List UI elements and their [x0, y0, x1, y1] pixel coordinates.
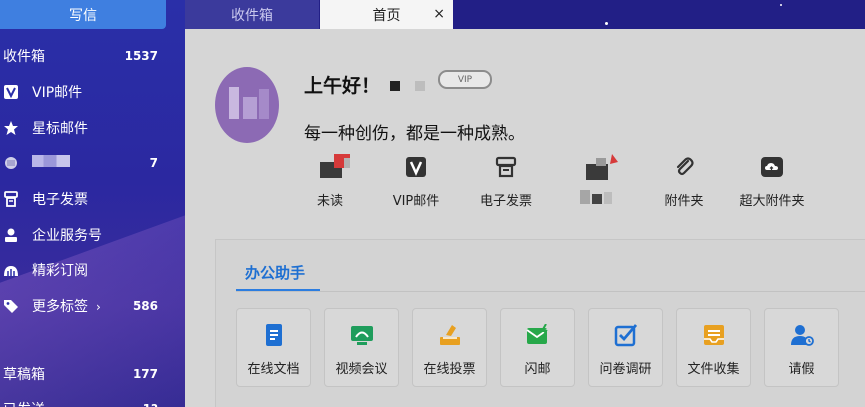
quick-link-label: 超大附件夹 — [739, 194, 805, 209]
survey-icon — [589, 322, 662, 348]
tool-label: 请假 — [788, 362, 815, 377]
quick-link-blurred[interactable] — [551, 154, 641, 210]
divider — [236, 291, 865, 292]
sidebar-item-sent[interactable]: 已发送 1? — [0, 392, 185, 407]
blurred-icon — [551, 154, 641, 180]
quick-link-label: 电子发票 — [479, 194, 532, 209]
vote-icon — [413, 322, 486, 348]
decorative-star — [780, 4, 782, 6]
greeting-text: 上午好！ — [304, 75, 381, 97]
sidebar-item-vip[interactable]: VIP邮件 — [0, 75, 185, 109]
tool-online-doc[interactable]: 在线文档 — [236, 308, 311, 387]
quick-link-large-attachments[interactable]: 超大附件夹 — [727, 154, 817, 209]
tool-flash-mail[interactable]: 闪邮 — [500, 308, 575, 387]
tool-label: 闪邮 — [524, 362, 551, 377]
sidebar-item-label: VIP邮件 — [32, 85, 83, 101]
quick-link-vip[interactable]: VIP邮件 — [371, 154, 461, 209]
doc-icon — [237, 322, 310, 348]
sidebar-item-label: 草稿箱 — [3, 367, 45, 383]
more-tags-text: 更多标签 — [32, 299, 88, 315]
vip-icon — [3, 84, 19, 100]
tool-label: 视频会议 — [335, 362, 388, 377]
avatar[interactable] — [215, 67, 279, 143]
tab-bar: 收件箱 首页 × — [185, 0, 865, 29]
leave-icon — [765, 322, 838, 348]
redacted-label — [32, 155, 70, 167]
office-assistant-title[interactable]: 办公助手 — [245, 262, 305, 283]
sidebar-item-label: 更多标签 › — [32, 296, 133, 316]
sidebar: 写信 收件箱 1537 VIP邮件 星标邮件 7 电子发票 企业服务号 精彩订阅… — [0, 0, 185, 407]
compose-button[interactable]: 写信 — [0, 0, 166, 29]
sidebar-item-folder[interactable]: 7 — [0, 146, 185, 180]
sidebar-item-invoice[interactable]: 电子发票 — [0, 182, 185, 216]
sidebar-item-label: 精彩订阅 — [32, 263, 88, 279]
sidebar-item-label: 电子发票 — [32, 192, 88, 208]
quick-link-label: VIP邮件 — [392, 194, 440, 209]
subscribe-icon — [3, 262, 19, 278]
vip-badge[interactable]: VIP — [438, 70, 492, 89]
sidebar-item-service[interactable]: 企业服务号 — [0, 218, 185, 252]
sidebar-item-label — [32, 155, 150, 171]
tab-home[interactable]: 首页 × — [320, 0, 453, 29]
sidebar-item-label: 已发送 — [3, 399, 143, 407]
tool-leave[interactable]: 请假 — [764, 308, 839, 387]
tag-icon — [3, 298, 19, 314]
paperclip-icon — [639, 154, 729, 180]
quick-link-invoice[interactable]: 电子发票 — [461, 154, 551, 209]
unread-count: 7 — [149, 156, 158, 170]
tab-inbox[interactable]: 收件箱 — [185, 0, 319, 29]
tab-home-label: 首页 — [372, 7, 401, 24]
invoice-icon — [461, 154, 551, 180]
unread-count: 586 — [132, 299, 158, 313]
sidebar-item-label: 收件箱 — [3, 49, 45, 65]
quick-link-label — [551, 190, 641, 210]
cloud-icon — [727, 154, 817, 180]
tool-online-vote[interactable]: 在线投票 — [412, 308, 487, 387]
tool-label: 问卷调研 — [599, 362, 652, 377]
redacted-username — [390, 81, 400, 91]
sidebar-item-inbox[interactable]: 收件箱 1537 — [0, 39, 185, 73]
sidebar-item-subscribe[interactable]: 精彩订阅 — [0, 253, 185, 287]
invoice-icon — [3, 191, 19, 207]
sidebar-item-label: 企业服务号 — [32, 228, 102, 244]
tool-label: 在线投票 — [423, 362, 476, 377]
motto-text: 每一种创伤，都是一种成熟。 — [304, 124, 525, 144]
sidebar-item-more-tags[interactable]: 更多标签 › 586 — [0, 289, 185, 323]
office-assistant-card: 办公助手 在线文档 视频会议 在线投票 闪邮 问卷调研 文件收集 请假 — [215, 239, 865, 407]
vip-icon — [371, 154, 461, 180]
folder-icon — [3, 155, 19, 171]
home-panel: 上午好！ VIP 每一种创伤，都是一种成熟。 未读 VIP邮件 电子发票 附件夹… — [185, 29, 865, 407]
meeting-icon — [325, 322, 398, 348]
tool-label: 文件收集 — [687, 362, 740, 377]
tool-label: 在线文档 — [247, 362, 300, 377]
quick-link-attachments[interactable]: 附件夹 — [639, 154, 729, 209]
sidebar-item-starred[interactable]: 星标邮件 — [0, 111, 185, 145]
file-collect-icon — [677, 322, 750, 348]
redacted-username — [415, 81, 425, 91]
unread-count: 1? — [143, 402, 158, 407]
star-icon — [3, 120, 19, 136]
sidebar-item-label: 星标邮件 — [32, 121, 88, 137]
quick-link-unread[interactable]: 未读 — [285, 154, 375, 209]
close-icon[interactable]: × — [433, 6, 445, 22]
mail-icon — [285, 154, 375, 180]
sidebar-item-drafts[interactable]: 草稿箱 177 — [0, 357, 185, 391]
decorative-star — [605, 22, 608, 25]
tool-file-collect[interactable]: 文件收集 — [676, 308, 751, 387]
quick-link-label: 附件夹 — [664, 194, 704, 209]
unread-count: 1537 — [124, 49, 158, 63]
tool-survey[interactable]: 问卷调研 — [588, 308, 663, 387]
service-icon — [3, 227, 19, 243]
flash-mail-icon — [501, 322, 574, 348]
quick-link-label: 未读 — [316, 194, 343, 209]
tool-video-meeting[interactable]: 视频会议 — [324, 308, 399, 387]
unread-count: 177 — [132, 367, 158, 381]
chevron-right-icon: › — [96, 300, 101, 314]
